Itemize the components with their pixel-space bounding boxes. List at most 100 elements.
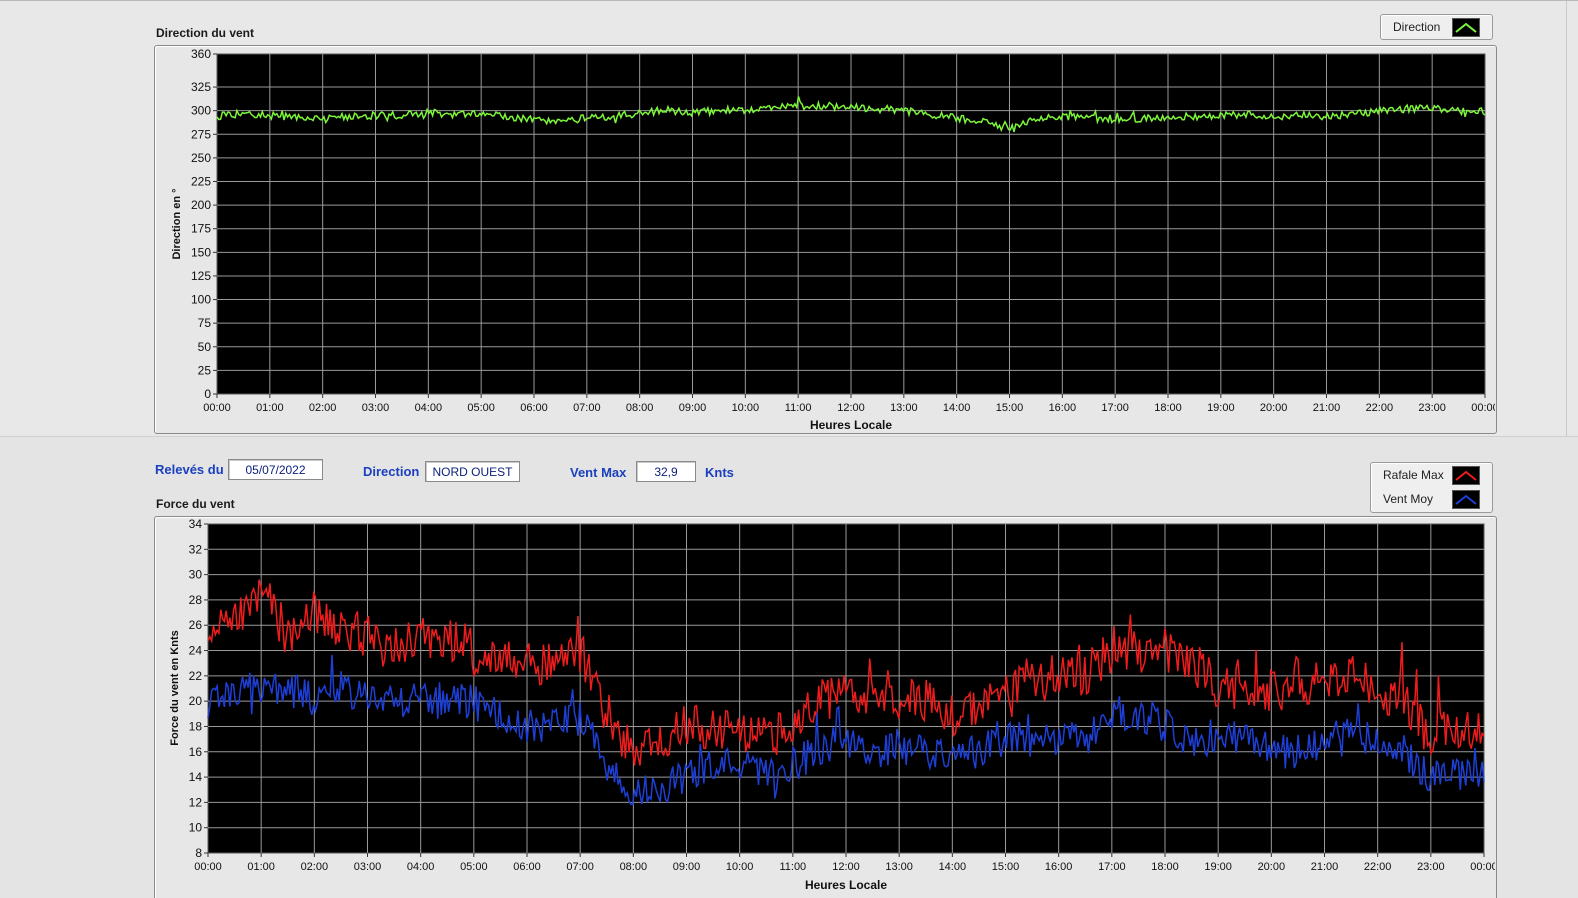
direction-y-tick-label: 25	[198, 363, 212, 377]
direction-legend[interactable]: Direction	[1380, 14, 1493, 40]
direction-x-tick-label: 05:00	[467, 402, 495, 414]
releves-date-field[interactable]: 05/07/2022	[228, 459, 323, 480]
direction-x-tick-label: 15:00	[996, 402, 1024, 414]
legend-item-vent-moy[interactable]: Vent Moy	[1371, 487, 1492, 511]
direction-x-tick-label: 08:00	[626, 402, 654, 414]
direction-y-tick-label: 50	[198, 340, 212, 354]
force-chart-title: Force du vent	[156, 497, 235, 511]
line-swatch-icon	[1452, 466, 1480, 485]
legend-label-direction: Direction	[1393, 20, 1441, 34]
force-x-tick-label: 05:00	[460, 861, 488, 873]
force-x-tick-label: 09:00	[673, 861, 701, 873]
direction-value-field[interactable]: NORD OUEST	[425, 461, 520, 482]
vent-max-unit: Knts	[705, 465, 734, 480]
direction-x-tick-label: 01:00	[256, 402, 284, 414]
direction-x-tick-label: 22:00	[1366, 402, 1394, 414]
direction-x-tick-label: 10:00	[732, 402, 760, 414]
releves-label: Relevés du	[155, 462, 224, 477]
force-y-tick-label: 10	[189, 821, 203, 835]
force-chart[interactable]: 00:00 01:00 02:00 03:00 04:00 05:00 06:00 07:00…	[154, 516, 1495, 897]
force-y-tick-label: 34	[189, 517, 203, 531]
direction-y-tick-label: 175	[191, 222, 211, 236]
direction-y-axis-label: Direction en °	[171, 188, 183, 259]
direction-y-tick-label: 100	[191, 293, 211, 307]
direction-x-tick-label: 12:00	[837, 402, 865, 414]
vent-max-value-field[interactable]: 32,9	[636, 461, 696, 482]
direction-x-tick-label: 11:00	[785, 402, 812, 414]
direction-x-tick-label: 06:00	[520, 402, 548, 414]
direction-y-tick-label: 325	[191, 80, 211, 94]
force-y-tick-label: 14	[189, 770, 203, 784]
vent-max-label: Vent Max	[570, 465, 627, 480]
force-x-tick-label: 04:00	[407, 861, 435, 873]
direction-x-axis-label: Heures Locale	[810, 418, 892, 432]
direction-x-tick-label: 18:00	[1154, 402, 1182, 414]
force-x-tick-label: 20:00	[1258, 861, 1286, 873]
direction-y-tick-label: 250	[191, 151, 211, 165]
force-y-tick-label: 16	[189, 745, 203, 759]
force-x-tick-label: 17:00	[1098, 861, 1126, 873]
force-y-tick-label: 24	[189, 644, 203, 658]
direction-x-tick-label: 16:00	[1049, 402, 1077, 414]
force-x-tick-label: 23:00	[1417, 861, 1445, 873]
force-x-tick-label: 12:00	[832, 861, 860, 873]
direction-y-tick-label: 150	[191, 245, 211, 259]
legend-label-vent-moy: Vent Moy	[1383, 492, 1434, 506]
direction-y-tick-label: 125	[191, 269, 211, 283]
direction-x-tick-label: 07:00	[573, 402, 601, 414]
direction-x-tick-label: 19:00	[1207, 402, 1235, 414]
force-legend[interactable]: Rafale Max Vent Moy	[1370, 462, 1493, 513]
legend-item-direction[interactable]: Direction	[1381, 15, 1492, 39]
direction-y-tick-label: 300	[191, 104, 211, 118]
legend-label-rafale-max: Rafale Max	[1383, 468, 1444, 482]
force-x-tick-label: 03:00	[354, 861, 382, 873]
force-y-tick-label: 20	[189, 694, 203, 708]
direction-x-tick-label: 17:00	[1101, 402, 1129, 414]
line-swatch-icon	[1452, 490, 1480, 509]
force-x-tick-label: 08:00	[620, 861, 648, 873]
force-x-tick-label: 16:00	[1045, 861, 1073, 873]
direction-y-tick-label: 225	[191, 175, 211, 189]
force-y-tick-label: 12	[189, 795, 203, 809]
force-x-tick-label: 00:00	[194, 861, 222, 873]
direction-x-tick-label: 00:00	[203, 402, 231, 414]
force-x-tick-label: 13:00	[885, 861, 913, 873]
force-x-axis-label: Heures Locale	[805, 878, 887, 892]
force-x-tick-label: 21:00	[1311, 861, 1339, 873]
force-y-tick-label: 26	[189, 618, 203, 632]
force-y-tick-label: 30	[189, 568, 203, 582]
force-y-tick-label: 18	[189, 719, 203, 733]
direction-x-tick-label: 23:00	[1418, 402, 1446, 414]
direction-x-tick-label: 09:00	[679, 402, 707, 414]
force-x-tick-label: 19:00	[1204, 861, 1232, 873]
direction-y-tick-label: 275	[191, 127, 211, 141]
direction-chart-title: Direction du vent	[156, 26, 255, 40]
direction-y-tick-label: 75	[198, 316, 212, 330]
force-y-tick-label: 32	[189, 542, 203, 556]
force-x-tick-label: 22:00	[1364, 861, 1392, 873]
force-y-tick-label: 8	[195, 846, 202, 860]
force-x-tick-label: 01:00	[247, 861, 275, 873]
direction-y-tick-label: 200	[191, 198, 211, 212]
force-x-tick-label: 18:00	[1151, 861, 1179, 873]
direction-y-tick-label: 0	[204, 387, 211, 401]
direction-x-tick-label: 13:00	[890, 402, 918, 414]
force-x-tick-label: 02:00	[301, 861, 329, 873]
force-y-tick-label: 28	[189, 593, 203, 607]
force-y-tick-label: 22	[189, 669, 203, 683]
direction-x-tick-label: 04:00	[415, 402, 443, 414]
force-x-tick-label: 14:00	[939, 861, 967, 873]
force-x-tick-label: 00:00	[1470, 861, 1495, 873]
force-x-tick-label: 06:00	[513, 861, 541, 873]
direction-x-tick-label: 02:00	[309, 402, 337, 414]
force-x-tick-label: 15:00	[992, 861, 1020, 873]
force-x-tick-label: 11:00	[779, 861, 806, 873]
force-y-axis-label: Force du vent en Knts	[169, 630, 181, 746]
line-swatch-icon	[1452, 18, 1480, 37]
direction-x-tick-label: 21:00	[1313, 402, 1341, 414]
direction-x-tick-label: 14:00	[943, 402, 971, 414]
direction-label: Direction	[363, 464, 420, 479]
legend-item-rafale-max[interactable]: Rafale Max	[1371, 463, 1492, 487]
direction-chart[interactable]: 00:00 01:00 02:00 03:00 04:00 05:00 06:00 07:00…	[154, 45, 1495, 432]
direction-x-tick-label: 20:00	[1260, 402, 1288, 414]
